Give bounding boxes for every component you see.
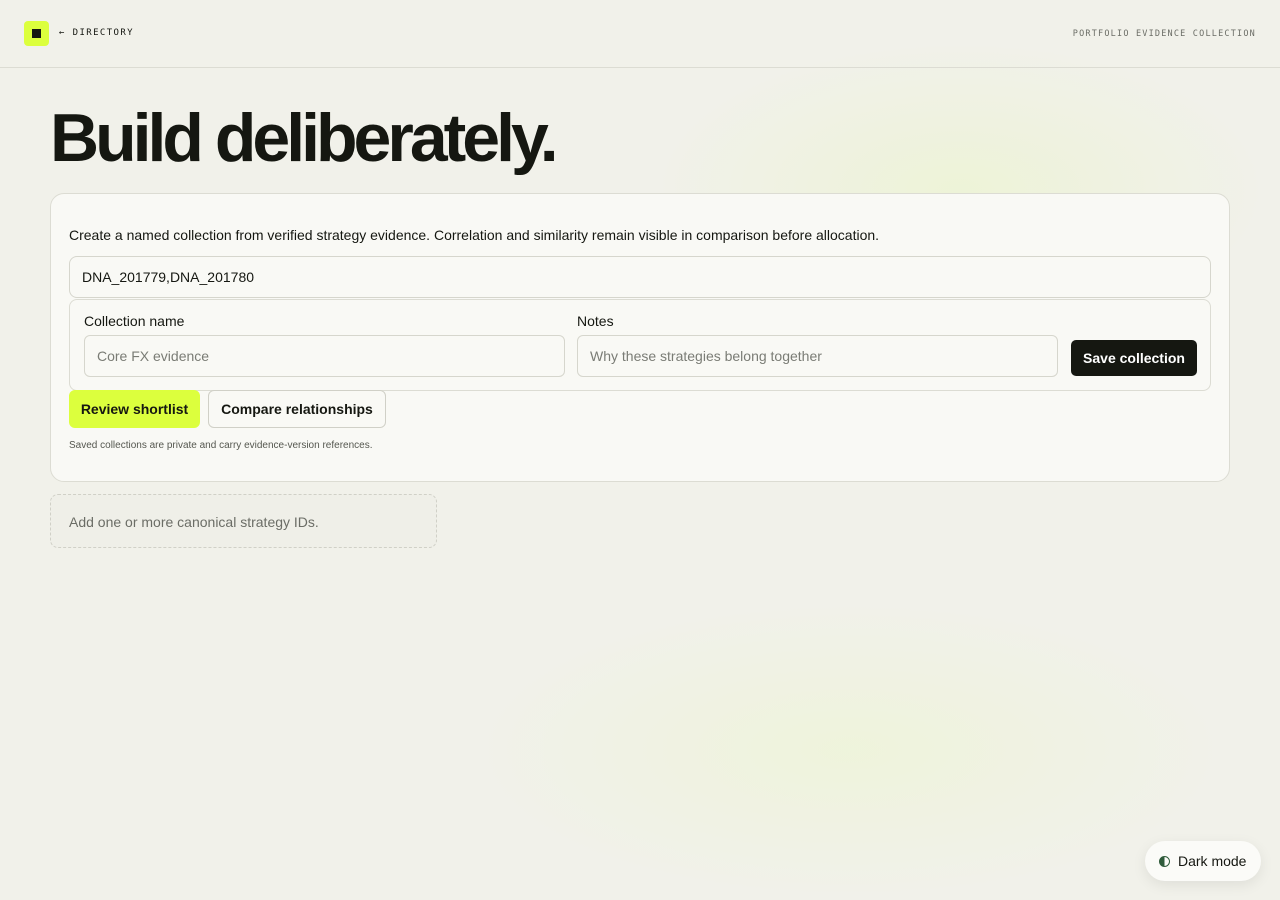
collection-builder-card: Create a named collection from verified … [50, 193, 1230, 482]
strategy-ids-input[interactable] [69, 256, 1211, 298]
half-moon-icon [1159, 856, 1170, 867]
back-to-directory-link[interactable]: ← DIRECTORY [59, 28, 134, 38]
collection-name-input[interactable] [84, 335, 565, 377]
review-shortlist-button[interactable]: Review shortlist [69, 390, 200, 428]
collection-name-label: Collection name [84, 313, 185, 329]
dark-mode-label: Dark mode [1178, 853, 1247, 869]
save-collection-button[interactable]: Save collection [1071, 340, 1197, 376]
dark-mode-toggle[interactable]: Dark mode [1145, 841, 1261, 881]
compare-relationships-button[interactable]: Compare relationships [208, 390, 386, 428]
save-collection-form: Collection name Notes Save collection [69, 299, 1211, 391]
intro-text: Create a named collection from verified … [69, 227, 880, 243]
notes-input[interactable] [577, 335, 1058, 377]
page-title: Build deliberately. [50, 100, 559, 176]
background-glow [470, 600, 1230, 900]
section-label: PORTFOLIO EVIDENCE COLLECTION [1072, 29, 1256, 39]
logo-icon[interactable] [24, 21, 49, 46]
privacy-footnote: Saved collections are private and carry … [69, 440, 373, 451]
top-bar: ← DIRECTORY PORTFOLIO EVIDENCE COLLECTIO… [0, 0, 1280, 68]
notes-label: Notes [577, 313, 614, 329]
empty-state-message: Add one or more canonical strategy IDs. [50, 494, 437, 548]
